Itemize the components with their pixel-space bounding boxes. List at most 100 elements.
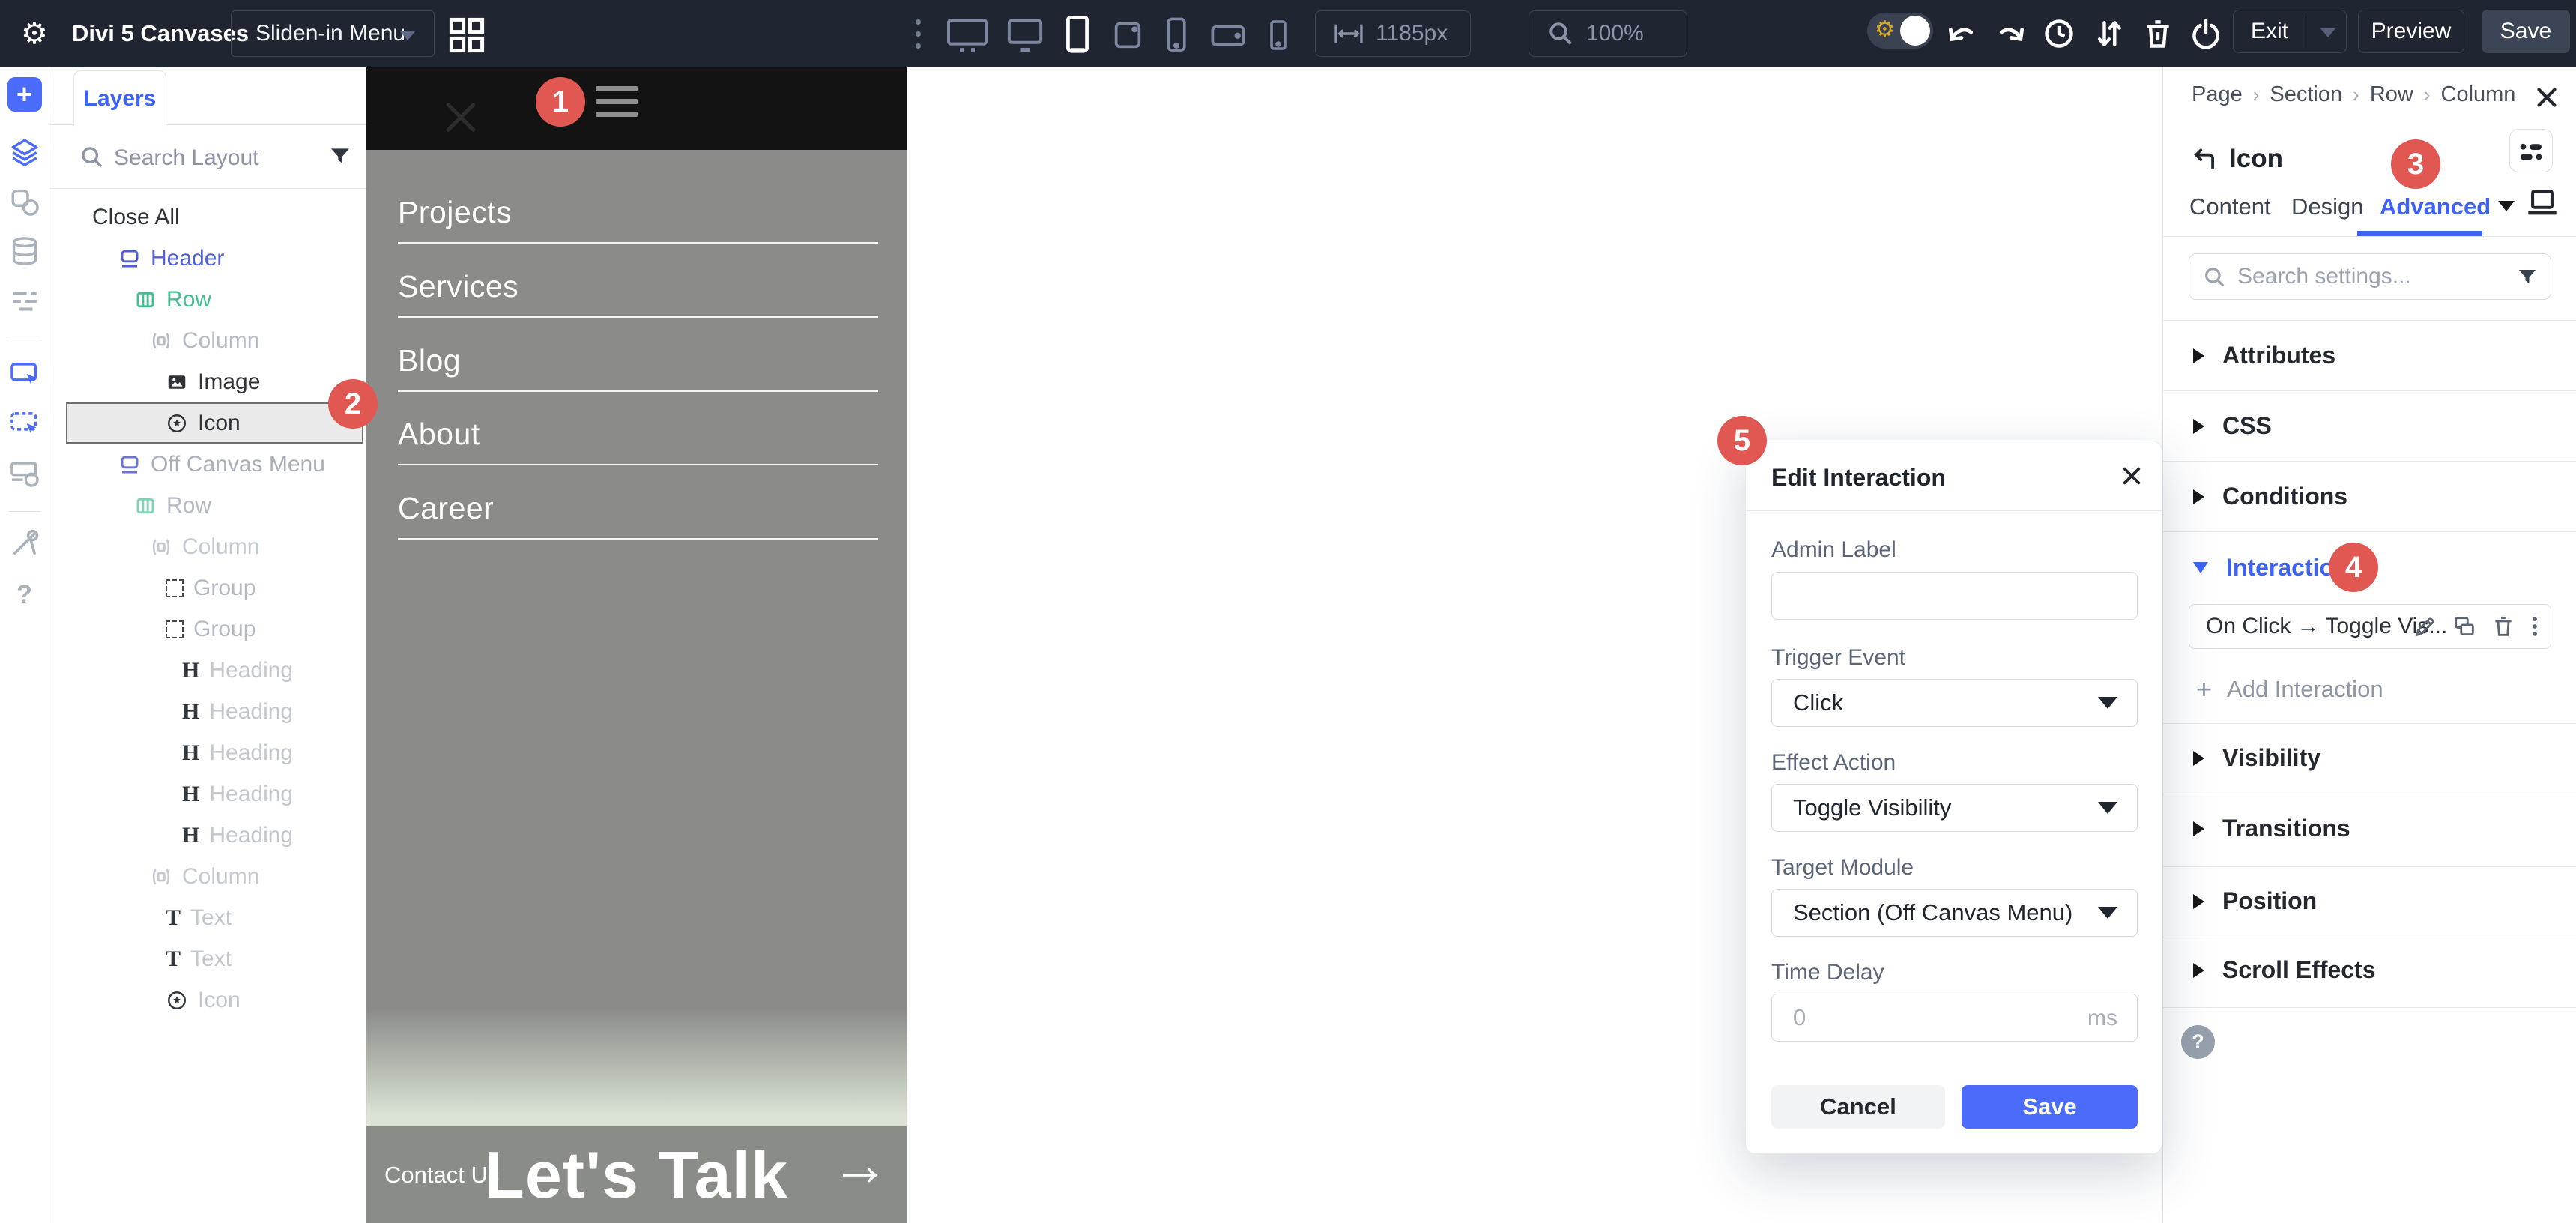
tab-design[interactable]: Design: [2291, 193, 2364, 220]
interaction-select-icon[interactable]: [9, 358, 40, 390]
breadcrumb-section[interactable]: Section: [2270, 82, 2342, 107]
layer-item-group[interactable]: Group: [49, 567, 366, 609]
breadcrumb-column[interactable]: Column: [2441, 82, 2516, 107]
admin-label-input[interactable]: [1792, 576, 2079, 615]
interaction-select-alt-icon[interactable]: [9, 408, 40, 439]
cancel-button[interactable]: Cancel: [1771, 1085, 1945, 1129]
close-all-button[interactable]: Close All: [49, 196, 366, 238]
target-module-select[interactable]: Section (Off Canvas Menu): [1771, 889, 2138, 937]
layer-item-header[interactable]: Header: [49, 238, 366, 279]
layout-media-icon[interactable]: [9, 457, 40, 489]
lets-talk-cta[interactable]: Let's Talk: [471, 1126, 801, 1223]
undo-icon[interactable]: [1945, 17, 1978, 50]
trash-icon[interactable]: [2491, 614, 2516, 639]
layer-item-row[interactable]: Row: [49, 279, 366, 320]
time-delay-input[interactable]: [1792, 998, 2079, 1037]
tab-layers[interactable]: Layers: [73, 70, 166, 127]
save-button[interactable]: Save: [2482, 10, 2570, 53]
exit-button[interactable]: Exit: [2234, 19, 2306, 44]
exit-dropdown-icon[interactable]: [2320, 28, 2335, 37]
tabs-dropdown-icon[interactable]: [2498, 201, 2515, 211]
layer-item-icon-selected[interactable]: Icon: [66, 402, 363, 444]
layer-item-column[interactable]: Column: [49, 320, 366, 361]
section-attributes[interactable]: Attributes: [2193, 342, 2335, 369]
help-icon[interactable]: ?: [16, 580, 32, 609]
menu-link-career[interactable]: Career: [398, 491, 878, 526]
layer-item-heading[interactable]: H Heading: [49, 650, 366, 691]
trigger-event-select[interactable]: Click: [1771, 679, 2138, 727]
layer-item-column[interactable]: Column: [49, 856, 366, 897]
layer-item-image[interactable]: Image: [49, 361, 366, 402]
layer-item-heading[interactable]: H Heading: [49, 691, 366, 732]
layers-icon[interactable]: [9, 136, 40, 168]
modal-close-icon[interactable]: [2120, 464, 2144, 488]
breadcrumb-page[interactable]: Page: [2192, 82, 2243, 107]
filter-icon[interactable]: [328, 145, 352, 169]
back-to-parent-icon[interactable]: [2190, 145, 2219, 174]
database-icon[interactable]: [9, 235, 40, 267]
zoom-control[interactable]: 100%: [1529, 10, 1687, 57]
device-desktop-icon[interactable]: [1006, 16, 1044, 54]
close-panel-icon[interactable]: [2533, 84, 2560, 111]
edit-pencil-icon[interactable]: [2413, 614, 2438, 639]
device-tablet-icon-active[interactable]: [1061, 15, 1094, 55]
quick-actions-button[interactable]: [2509, 129, 2553, 172]
device-desktop-large-icon[interactable]: [946, 16, 989, 54]
menu-link-projects[interactable]: Projects: [398, 195, 878, 230]
drag-handle-dots-icon[interactable]: [916, 19, 921, 49]
menu-link-blog[interactable]: Blog: [398, 343, 878, 378]
breadcrumb-row[interactable]: Row: [2370, 82, 2413, 107]
preview-button[interactable]: Preview: [2358, 10, 2464, 53]
section-conditions[interactable]: Conditions: [2193, 483, 2347, 510]
settings-search-input[interactable]: [2236, 259, 2486, 295]
help-button[interactable]: ?: [2181, 1025, 2215, 1059]
field-list-icon[interactable]: [9, 286, 40, 316]
interaction-list-item[interactable]: On Click → Toggle Vis...: [2189, 604, 2551, 649]
layer-item-heading[interactable]: H Heading: [49, 773, 366, 815]
section-visibility[interactable]: Visibility: [2193, 744, 2320, 772]
layer-item-row[interactable]: Row: [49, 485, 366, 526]
add-interaction-button[interactable]: + Add Interaction: [2196, 676, 2383, 703]
effect-action-select[interactable]: Toggle Visibility: [1771, 784, 2138, 832]
section-position[interactable]: Position: [2193, 887, 2317, 915]
section-transitions[interactable]: Transitions: [2193, 815, 2350, 842]
redo-icon[interactable]: [1995, 17, 2028, 50]
layout-select[interactable]: Sliden-in Menu: [231, 10, 435, 57]
device-phone-small-icon[interactable]: [1265, 16, 1292, 54]
grid-view-icon[interactable]: [448, 16, 486, 54]
menu-link-services[interactable]: Services: [398, 269, 878, 304]
modal-save-button[interactable]: Save: [1962, 1085, 2138, 1129]
desktop-view-icon[interactable]: [2525, 187, 2560, 219]
kebab-menu-icon[interactable]: [2530, 614, 2540, 639]
trash-icon[interactable]: [2141, 17, 2174, 50]
device-phone-icon[interactable]: [1161, 16, 1191, 55]
layer-item-icon[interactable]: Icon: [49, 979, 366, 1021]
hamburger-menu-icon[interactable]: [596, 86, 638, 91]
sort-arrows-icon[interactable]: [2092, 17, 2125, 50]
layer-item-off-canvas-menu[interactable]: Off Canvas Menu: [49, 444, 366, 485]
tools-icon[interactable]: [9, 528, 40, 559]
power-portability-icon[interactable]: [2189, 17, 2222, 50]
tab-advanced[interactable]: Advanced: [2380, 193, 2491, 220]
layer-item-column[interactable]: Column: [49, 526, 366, 567]
templates-icon[interactable]: [9, 186, 40, 217]
section-scroll-effects[interactable]: Scroll Effects: [2193, 956, 2376, 984]
layer-item-heading[interactable]: H Heading: [49, 732, 366, 773]
canvas-width-field[interactable]: 1185px: [1315, 10, 1471, 57]
layer-item-text[interactable]: T Text: [49, 938, 366, 979]
device-tablet-small-icon[interactable]: [1110, 17, 1145, 53]
add-module-button[interactable]: +: [7, 77, 42, 112]
device-phone-landscape-icon[interactable]: [1208, 18, 1248, 52]
history-clock-icon[interactable]: [2043, 17, 2075, 50]
layer-item-group[interactable]: Group: [49, 609, 366, 650]
menu-link-about[interactable]: About: [398, 417, 878, 452]
layer-item-text[interactable]: T Text: [49, 897, 366, 938]
section-css[interactable]: CSS: [2193, 412, 2272, 440]
layer-item-heading[interactable]: H Heading: [49, 815, 366, 856]
filter-icon[interactable]: [2516, 266, 2539, 289]
tab-content[interactable]: Content: [2189, 193, 2271, 220]
theme-toggle[interactable]: ⚙: [1867, 13, 1933, 49]
layers-search-input[interactable]: [112, 139, 318, 178]
duplicate-icon[interactable]: [2452, 614, 2477, 639]
arrow-right-icon[interactable]: →: [831, 1131, 889, 1199]
